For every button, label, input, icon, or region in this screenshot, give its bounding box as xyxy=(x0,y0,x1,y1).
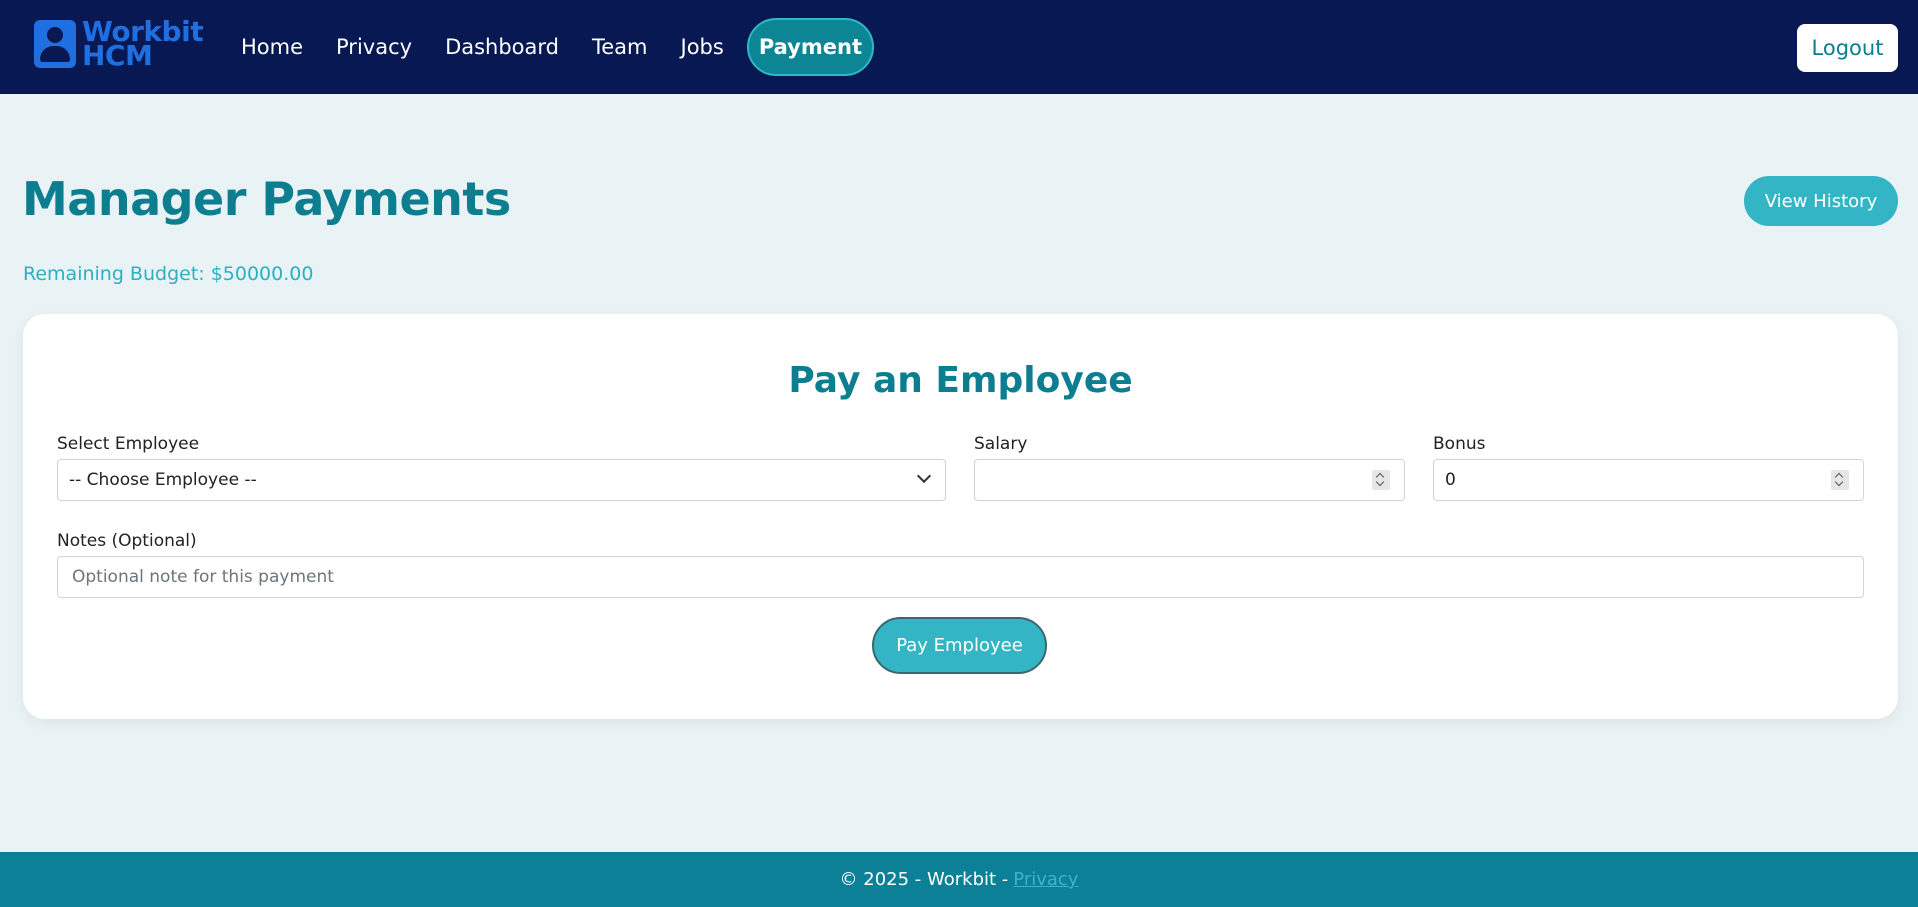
remaining-budget: Remaining Budget: $50000.00 xyxy=(23,263,314,285)
navbar: Workbit HCM Home Privacy Dashboard Team … xyxy=(0,0,1918,94)
footer-privacy-link[interactable]: Privacy xyxy=(1013,869,1078,890)
footer: © 2025 - Workbit - Privacy xyxy=(0,852,1918,907)
bonus-input-value: 0 xyxy=(1445,470,1456,490)
nav-item-jobs[interactable]: Jobs xyxy=(665,18,740,76)
nav-item-team[interactable]: Team xyxy=(576,18,664,76)
nav-item-privacy[interactable]: Privacy xyxy=(320,18,428,76)
employee-label: Select Employee xyxy=(57,434,200,454)
user-badge-icon xyxy=(34,20,76,68)
chevron-down-icon xyxy=(916,468,932,484)
logout-button[interactable]: Logout xyxy=(1797,24,1898,72)
footer-text: © 2025 - Workbit - xyxy=(839,869,1009,890)
notes-label: Notes (Optional) xyxy=(57,531,197,551)
nav-item-dashboard[interactable]: Dashboard xyxy=(429,18,575,76)
brand-logo[interactable]: Workbit HCM xyxy=(34,18,204,70)
bonus-input[interactable]: 0 xyxy=(1433,459,1864,501)
notes-placeholder: Optional note for this payment xyxy=(72,567,334,587)
salary-label: Salary xyxy=(974,434,1028,454)
number-spinner-icon[interactable] xyxy=(1831,470,1849,490)
form-title: Pay an Employee xyxy=(788,360,1133,401)
pay-employee-button[interactable]: Pay Employee xyxy=(872,617,1047,674)
page-title: Manager Payments xyxy=(22,172,511,226)
salary-input[interactable] xyxy=(974,459,1405,501)
bonus-label: Bonus xyxy=(1433,434,1486,454)
employee-select-value: -- Choose Employee -- xyxy=(69,470,257,490)
notes-input[interactable]: Optional note for this payment xyxy=(57,556,1864,598)
nav-item-payment[interactable]: Payment xyxy=(746,18,874,76)
brand-text: Workbit HCM xyxy=(82,18,204,70)
nav-item-home[interactable]: Home xyxy=(225,18,319,76)
number-spinner-icon[interactable] xyxy=(1372,470,1390,490)
payment-form-card: Pay an Employee Select Employee -- Choos… xyxy=(23,314,1898,719)
nav-links: Home Privacy Dashboard Team Jobs Payment xyxy=(225,0,875,94)
view-history-button[interactable]: View History xyxy=(1744,176,1898,226)
employee-select[interactable]: -- Choose Employee -- xyxy=(57,459,946,501)
